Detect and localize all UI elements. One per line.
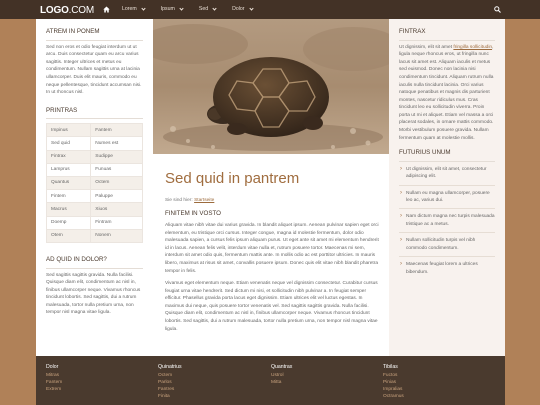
footer-col-title: Quantrax [271,364,293,370]
inline-link[interactable]: fringilla sollicitudin [453,45,492,50]
footer-link[interactable]: Fantem [46,380,156,387]
body-paragraph: Aliquam vitae nibh vitae dui varius grav… [165,223,379,274]
block-title: ATREM IN PONEM [46,27,143,41]
table-row: Impinus Fantem [45,123,143,138]
body-paragraph: Vivamus eget elementum neque. Etiam vene… [165,281,378,332]
sidebar-block-ad-quid: AD QUID IN DOLOR? Sed sagittis sagittis … [36,243,153,317]
table-cell: Octem [90,176,143,191]
footer-link[interactable]: Mitras [46,373,156,380]
chevron-down-icon [179,6,184,11]
table-row: Sed quid Numes est [45,136,143,151]
page-content: ATREM IN PONEM Sed non eros et odio feug… [36,19,505,356]
footer-link[interactable]: Parlos [158,380,268,387]
chevron-down-icon [141,6,146,11]
sidebar-block-atrem: ATREM IN PONEM Sed non eros et odio feug… [36,19,153,97]
footer-col-tibilas: Tibilas Fuctos Pinias Impralias Octramus [383,363,493,401]
breadcrumb: Sie sind hier: Startseite [165,198,215,203]
footer-link[interactable]: Pinias [383,380,493,387]
table-cell: Lamprus [45,162,92,178]
nav-item-lorem[interactable]: Lorem [114,0,153,19]
footer-link[interactable]: Ustrol [271,373,381,380]
search-icon[interactable] [494,6,501,13]
footer-col-quinatrius: Quinatrius Octem Parlos Fantres Finita [158,363,268,401]
table-cell: Sed quid [45,136,92,151]
footer-link[interactable]: Octramus [383,394,493,401]
block-title: FINTRAX [399,27,495,41]
table-cell: Macrus [45,202,92,217]
table-cell: Fintem [45,189,92,204]
table-cell: Quantus [45,176,92,191]
breadcrumb-link-home[interactable]: Startseite [194,198,214,203]
table-row: Fintrax Sudippe [45,149,143,164]
sidebar-block-printras: PRINTRAS Impinus Fantem Sed quid Numes est F… [36,97,153,243]
table-cell: Numes est [90,136,143,151]
block-title: FUTURIUS UNUM [399,148,495,162]
footer-link[interactable]: Impralias [383,387,493,394]
block-title: AD QUID IN DOLOR? [46,255,143,269]
data-table: Impinus Fantem Sed quid Numes est Fintrax Sud… [45,123,143,243]
table-row: Fintem Paluppe [45,189,143,204]
footer-link[interactable]: Extrem [46,387,156,394]
list-item: Nullam sollicitudin turpis vel nibh comm… [399,233,495,258]
top-navbar: LOGO.COM Lorem Ipsum Sed Dolor [0,0,540,19]
home-icon[interactable] [98,0,114,19]
table-cell: Sudippe [90,149,143,164]
list-item: Nam dictum magna nec turpis malesuada tr… [399,209,495,234]
section-subtitle: FINITEM IN VOSTO [165,210,221,218]
sidebar-block-fintrax: FINTRAX Ut dignissim, elit sit amet frin… [389,19,505,142]
table-row: Otem Nonem [45,228,143,243]
block-text: Ut dignissim, elit sit amet fringilla so… [399,44,494,141]
list-item: Maecenas feugiat lorem a ultrices bibend… [399,257,495,280]
main-content: Sed quid in pantrem Sie sind hier: Start… [153,19,389,356]
table-row: Lamprus Funuas [45,162,143,178]
chevron-down-icon [248,6,254,11]
footer-link[interactable]: Octem [158,373,268,380]
footer-col-title: Tibilas [383,364,398,370]
footer-link[interactable]: Finita [158,394,268,401]
footer-col-title: Dolor [46,364,59,370]
footer-col-dolor: Dolor Mitras Fantem Extrem [46,363,156,394]
site-logo[interactable]: LOGO.COM [40,3,94,19]
bullet-list: Ut dignissim, elit sit amet, consectetur… [399,162,495,280]
nav-item-dolor[interactable]: Dolor [224,0,260,19]
footer-col-title: Quinatrius [158,364,182,370]
table-cell: Xiuos [90,202,143,217]
block-text: Sed sagittis sagittis gravida. Nulla fac… [46,272,141,316]
footer: Dolor Mitras Fantem Extrem Quinatrius Oc… [36,356,505,405]
table-cell: Impinus [45,123,92,138]
chevron-down-icon [212,6,217,11]
block-text: Sed non eros et odio feugiat interdum ut… [46,44,142,96]
nav-item-ipsum[interactable]: Ipsum [153,0,191,19]
table-row: Quantus Octem [45,176,143,191]
tortoise-photo [153,19,389,154]
table-cell: Nonem [90,228,143,243]
table-cell: Doemp [45,215,92,230]
table-cell: Otem [45,228,92,243]
table-row: Macrus Xiuos [45,202,143,217]
left-sidebar: ATREM IN PONEM Sed non eros et odio feug… [36,19,153,356]
table-cell: Fantem [90,123,143,138]
sidebar-block-futurius: FUTURIUS UNUM Ut dignissim, elit sit ame… [389,142,505,280]
right-sidebar: FINTRAX Ut dignissim, elit sit amet frin… [389,19,505,356]
table-row: Doemp Fintram [45,215,143,230]
table-cell: Fintram [90,215,143,230]
footer-link[interactable]: Mitta [271,380,381,387]
list-item: Nullam eu magna ullamcorper, posuere leo… [399,186,495,210]
footer-col-quantrax: Quantrax Ustrol Mitta [271,363,381,387]
table-cell: Fintrax [45,149,92,164]
nav-item-sed[interactable]: Sed [191,0,224,19]
page-title: Sed quid in pantrem [165,170,300,187]
footer-link[interactable]: Fantres [158,387,268,394]
table-cell: Funuas [90,162,143,178]
list-item: Ut dignissim, elit sit amet, consectetur… [399,162,495,186]
table-cell: Paluppe [90,189,143,204]
main-nav: Lorem Ipsum Sed Dolor [98,0,261,19]
block-title: PRINTRAS [46,106,143,120]
footer-link[interactable]: Fuctos [383,373,493,380]
